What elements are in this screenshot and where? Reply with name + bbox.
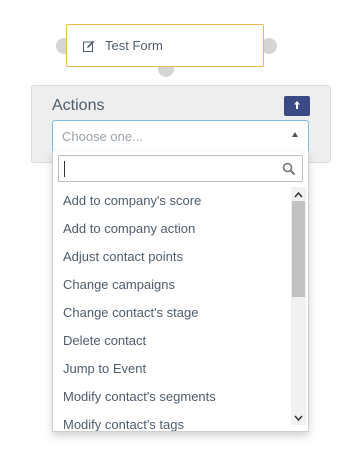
scroll-down-icon[interactable] [293,412,304,423]
up-arrow-icon [292,97,302,115]
option-item[interactable]: Add to company action [53,215,289,243]
action-dropdown: Add to company's score Add to company ac… [52,151,309,432]
action-select[interactable]: Choose one... [52,120,309,152]
panel-toggle-button[interactable] [284,96,310,116]
select-placeholder: Choose one... [62,128,143,144]
dropdown-scrollbar[interactable] [291,187,306,425]
search-input[interactable] [60,157,274,180]
search-icon [282,162,296,176]
scroll-thumb[interactable] [292,201,305,297]
panel-title: Actions [52,97,105,114]
option-item[interactable]: Jump to Event [53,355,289,383]
option-item[interactable]: Change campaigns [53,271,289,299]
edit-icon [83,40,95,52]
dropdown-search[interactable] [58,155,303,182]
form-node[interactable]: Test Form [66,24,264,67]
node-title: Test Form [105,38,163,53]
option-item[interactable]: Add to company's score [53,187,289,215]
option-item[interactable]: Change contact's stage [53,299,289,327]
option-item[interactable]: Delete contact [53,327,289,355]
option-item[interactable]: Modify contact's segments [53,383,289,411]
option-item[interactable]: Adjust contact points [53,243,289,271]
caret-up-icon [292,132,298,137]
text-cursor [64,161,65,177]
option-list: Add to company's score Add to company ac… [53,187,289,431]
option-item[interactable]: Modify contact's tags [53,411,289,431]
scroll-up-icon[interactable] [293,189,304,200]
